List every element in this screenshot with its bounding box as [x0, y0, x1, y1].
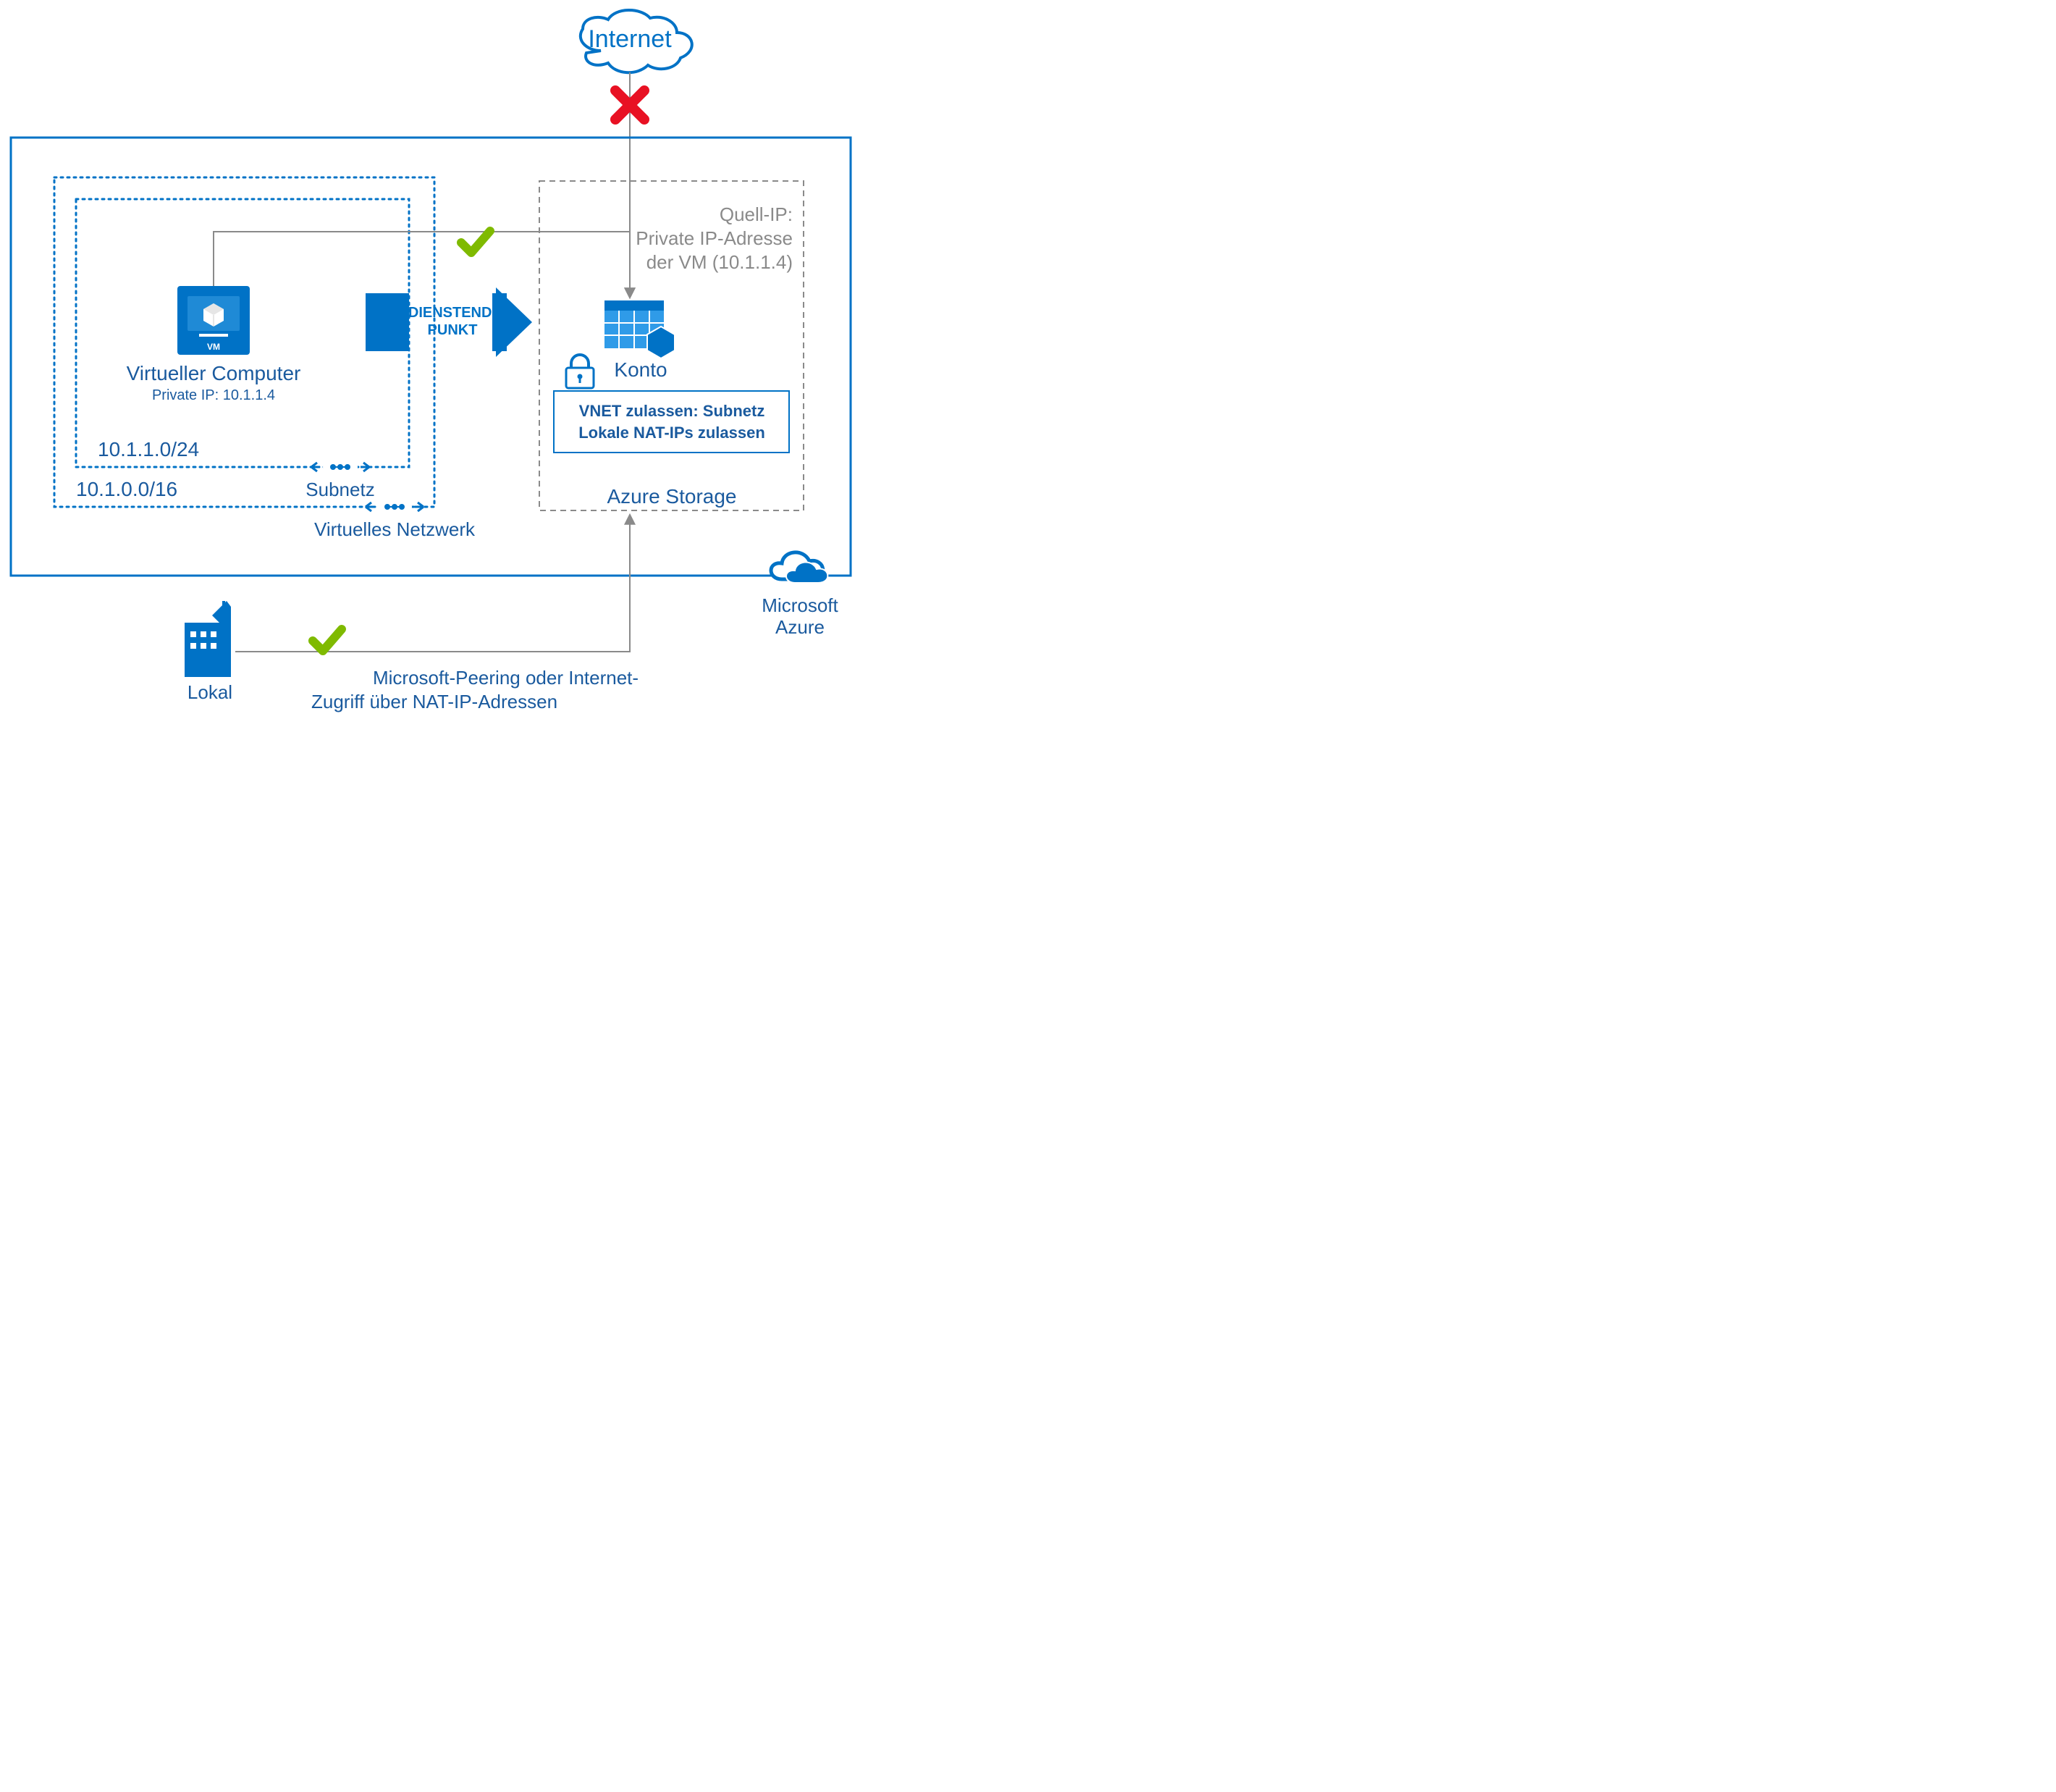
azure-label-2: Azure [775, 616, 825, 638]
internet-cloud: Internet [581, 10, 692, 72]
vm-badge: VM [207, 342, 220, 352]
onprem-icon [185, 601, 231, 677]
allow-line2: Lokale NAT-IPs zulassen [578, 424, 765, 442]
storage-label: Azure Storage [607, 485, 737, 508]
peering-line2: Zugriff über NAT-IP-Adressen [311, 691, 557, 712]
vm-title: Virtueller Computer [127, 362, 301, 384]
peering-line1: Microsoft-Peering oder Internet- [373, 667, 639, 689]
vnet-cidr: 10.1.0.0/16 [76, 478, 177, 500]
allow-rules-box [554, 391, 789, 453]
account-label: Konto [614, 358, 667, 381]
subnet-connector-icon [311, 458, 369, 476]
source-ip-line2: Private IP-Adresse [636, 227, 793, 249]
storage-account-icon [604, 300, 675, 358]
vnet-label: Virtuelles Netzwerk [314, 518, 476, 540]
allowed-check-icon-top [461, 231, 490, 253]
diagram-canvas: Internet Microsoft Azure 10.1.0.0/16 Vir… [0, 0, 861, 746]
lock-icon [566, 355, 594, 388]
subnet-cidr: 10.1.1.0/24 [98, 438, 199, 460]
subnet-label: Subnetz [306, 479, 374, 500]
source-ip-line3: der VM (10.1.1.4) [646, 251, 793, 273]
source-ip-line1: Quell-IP: [720, 203, 793, 225]
azure-cloud-icon [771, 552, 827, 583]
allow-line1: VNET zulassen: Subnetz [579, 402, 765, 420]
service-endpoint-label-2: PUNKT [428, 322, 478, 338]
vnet-connector-icon [366, 498, 424, 516]
allowed-check-icon-bottom [313, 629, 342, 651]
onprem-label: Lokal [188, 681, 232, 703]
vm-icon: VM [177, 286, 250, 355]
internet-label: Internet [588, 25, 672, 53]
azure-label-1: Microsoft [762, 594, 838, 616]
vm-subtitle: Private IP: 10.1.1.4 [152, 387, 275, 403]
service-endpoint-label-1: DIENSTEND- [408, 305, 497, 321]
vm-to-storage-line [214, 232, 630, 297]
